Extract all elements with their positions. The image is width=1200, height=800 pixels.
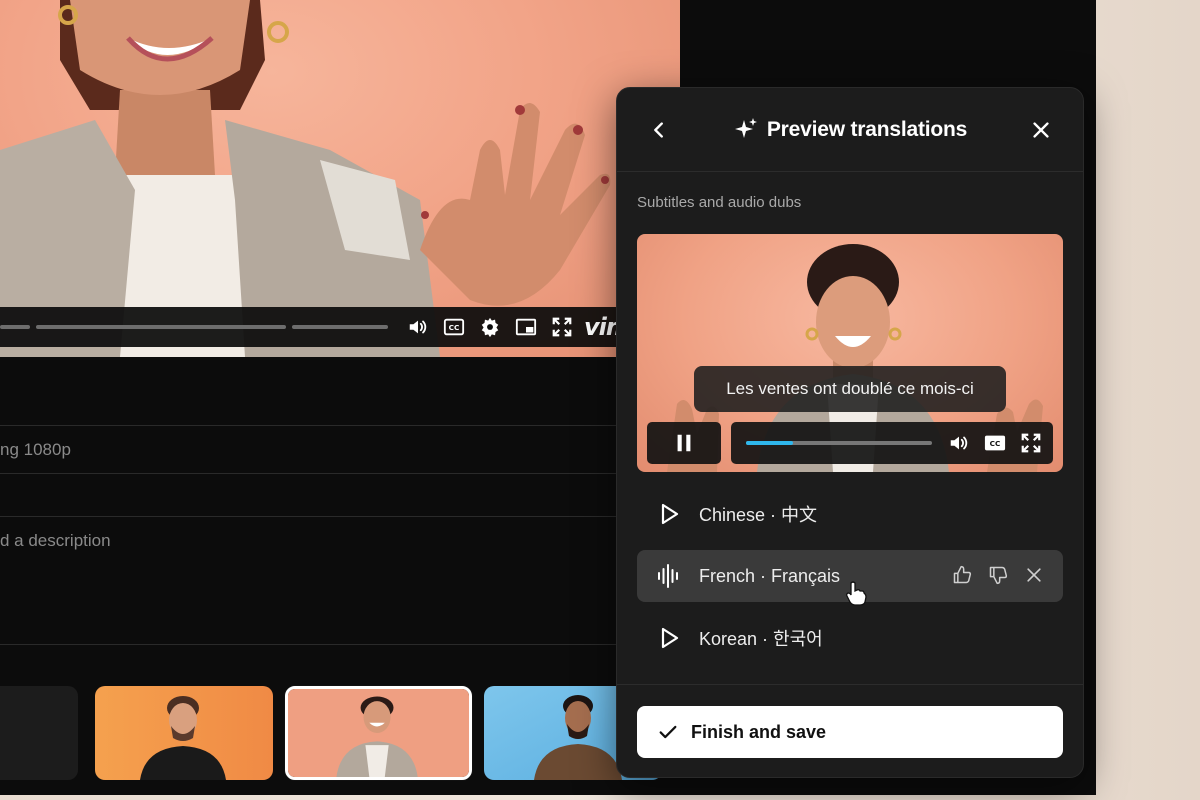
finish-label: Finish and save [691,721,827,742]
divider [0,425,616,426]
volume-icon[interactable] [947,431,971,455]
checkmark-icon [659,725,677,739]
thumbs-up-button[interactable] [951,564,973,586]
pip-icon[interactable] [514,315,538,339]
chevron-left-icon [654,122,663,138]
divider [0,516,616,517]
divider [0,473,616,474]
finish-and-save-button[interactable]: Finish and save [637,706,1063,758]
settings-icon[interactable] [478,315,502,339]
thumbs-up-icon [953,565,972,584]
divider [617,684,1083,685]
language-row-french[interactable]: French · Français [637,550,1063,606]
hand-cursor-icon [846,581,867,606]
panel-title: Preview translations [766,117,968,141]
volume-icon[interactable] [406,315,430,339]
close-button[interactable] [1027,116,1055,144]
thumbs-down-button[interactable] [987,564,1009,586]
divider [0,644,616,645]
preview-controls: CC [731,422,1053,464]
fullscreen-icon[interactable] [550,315,574,339]
pause-button[interactable] [647,422,721,464]
pause-icon [677,434,691,452]
description-field[interactable]: d a description [0,531,111,551]
progress-fill [746,441,793,445]
sparkle-icon [733,117,759,143]
subtitle-caption: Les ventes ont doublé ce mois-ci [694,366,1006,412]
play-icon[interactable] [655,624,683,652]
thumbnail-strip [0,686,680,782]
close-icon [1033,122,1049,138]
translation-preview-video[interactable]: Les ventes ont doublé ce mois-ci CC [637,234,1063,472]
panel-title-group: Preview translations [733,117,967,143]
timeline-segment[interactable] [292,325,388,329]
main-player-controls: CC vim [0,307,680,347]
section-label: Subtitles and audio dubs [637,194,802,211]
thumbnail-1[interactable] [0,686,78,780]
svg-text:CC: CC [449,323,460,332]
thumbnail-3[interactable] [285,686,472,780]
audio-wave-icon [655,562,683,590]
back-button[interactable] [645,116,673,144]
captions-icon[interactable]: CC [983,431,1007,455]
timeline-segment[interactable] [36,325,286,329]
language-label: French · Français [699,565,841,586]
language-label: Chinese · 中文 [699,505,818,525]
thumbs-down-icon [989,566,1008,585]
preview-translations-panel: Preview translations Subtitles and audio… [616,87,1084,778]
captions-icon[interactable]: CC [442,315,466,339]
progress-track[interactable] [746,441,932,445]
language-row-korean[interactable]: Korean · 한국어 [637,612,1063,664]
svg-text:CC: CC [990,439,1001,448]
language-label: Korean · 한국어 [699,629,823,649]
main-video-frame [0,0,611,357]
thumbnail-2[interactable] [95,686,273,780]
language-row-chinese[interactable]: Chinese · 中文 [637,488,1063,540]
remove-language-button[interactable] [1023,564,1045,586]
timeline-segment[interactable] [0,325,30,329]
panel-header: Preview translations [617,88,1083,172]
close-icon [1027,568,1041,582]
play-icon[interactable] [655,500,683,528]
fullscreen-icon[interactable] [1019,431,1043,455]
row-actions [951,564,1045,586]
main-video-player[interactable]: CC vim [0,0,680,357]
quality-setting[interactable]: ng 1080p [0,440,71,460]
